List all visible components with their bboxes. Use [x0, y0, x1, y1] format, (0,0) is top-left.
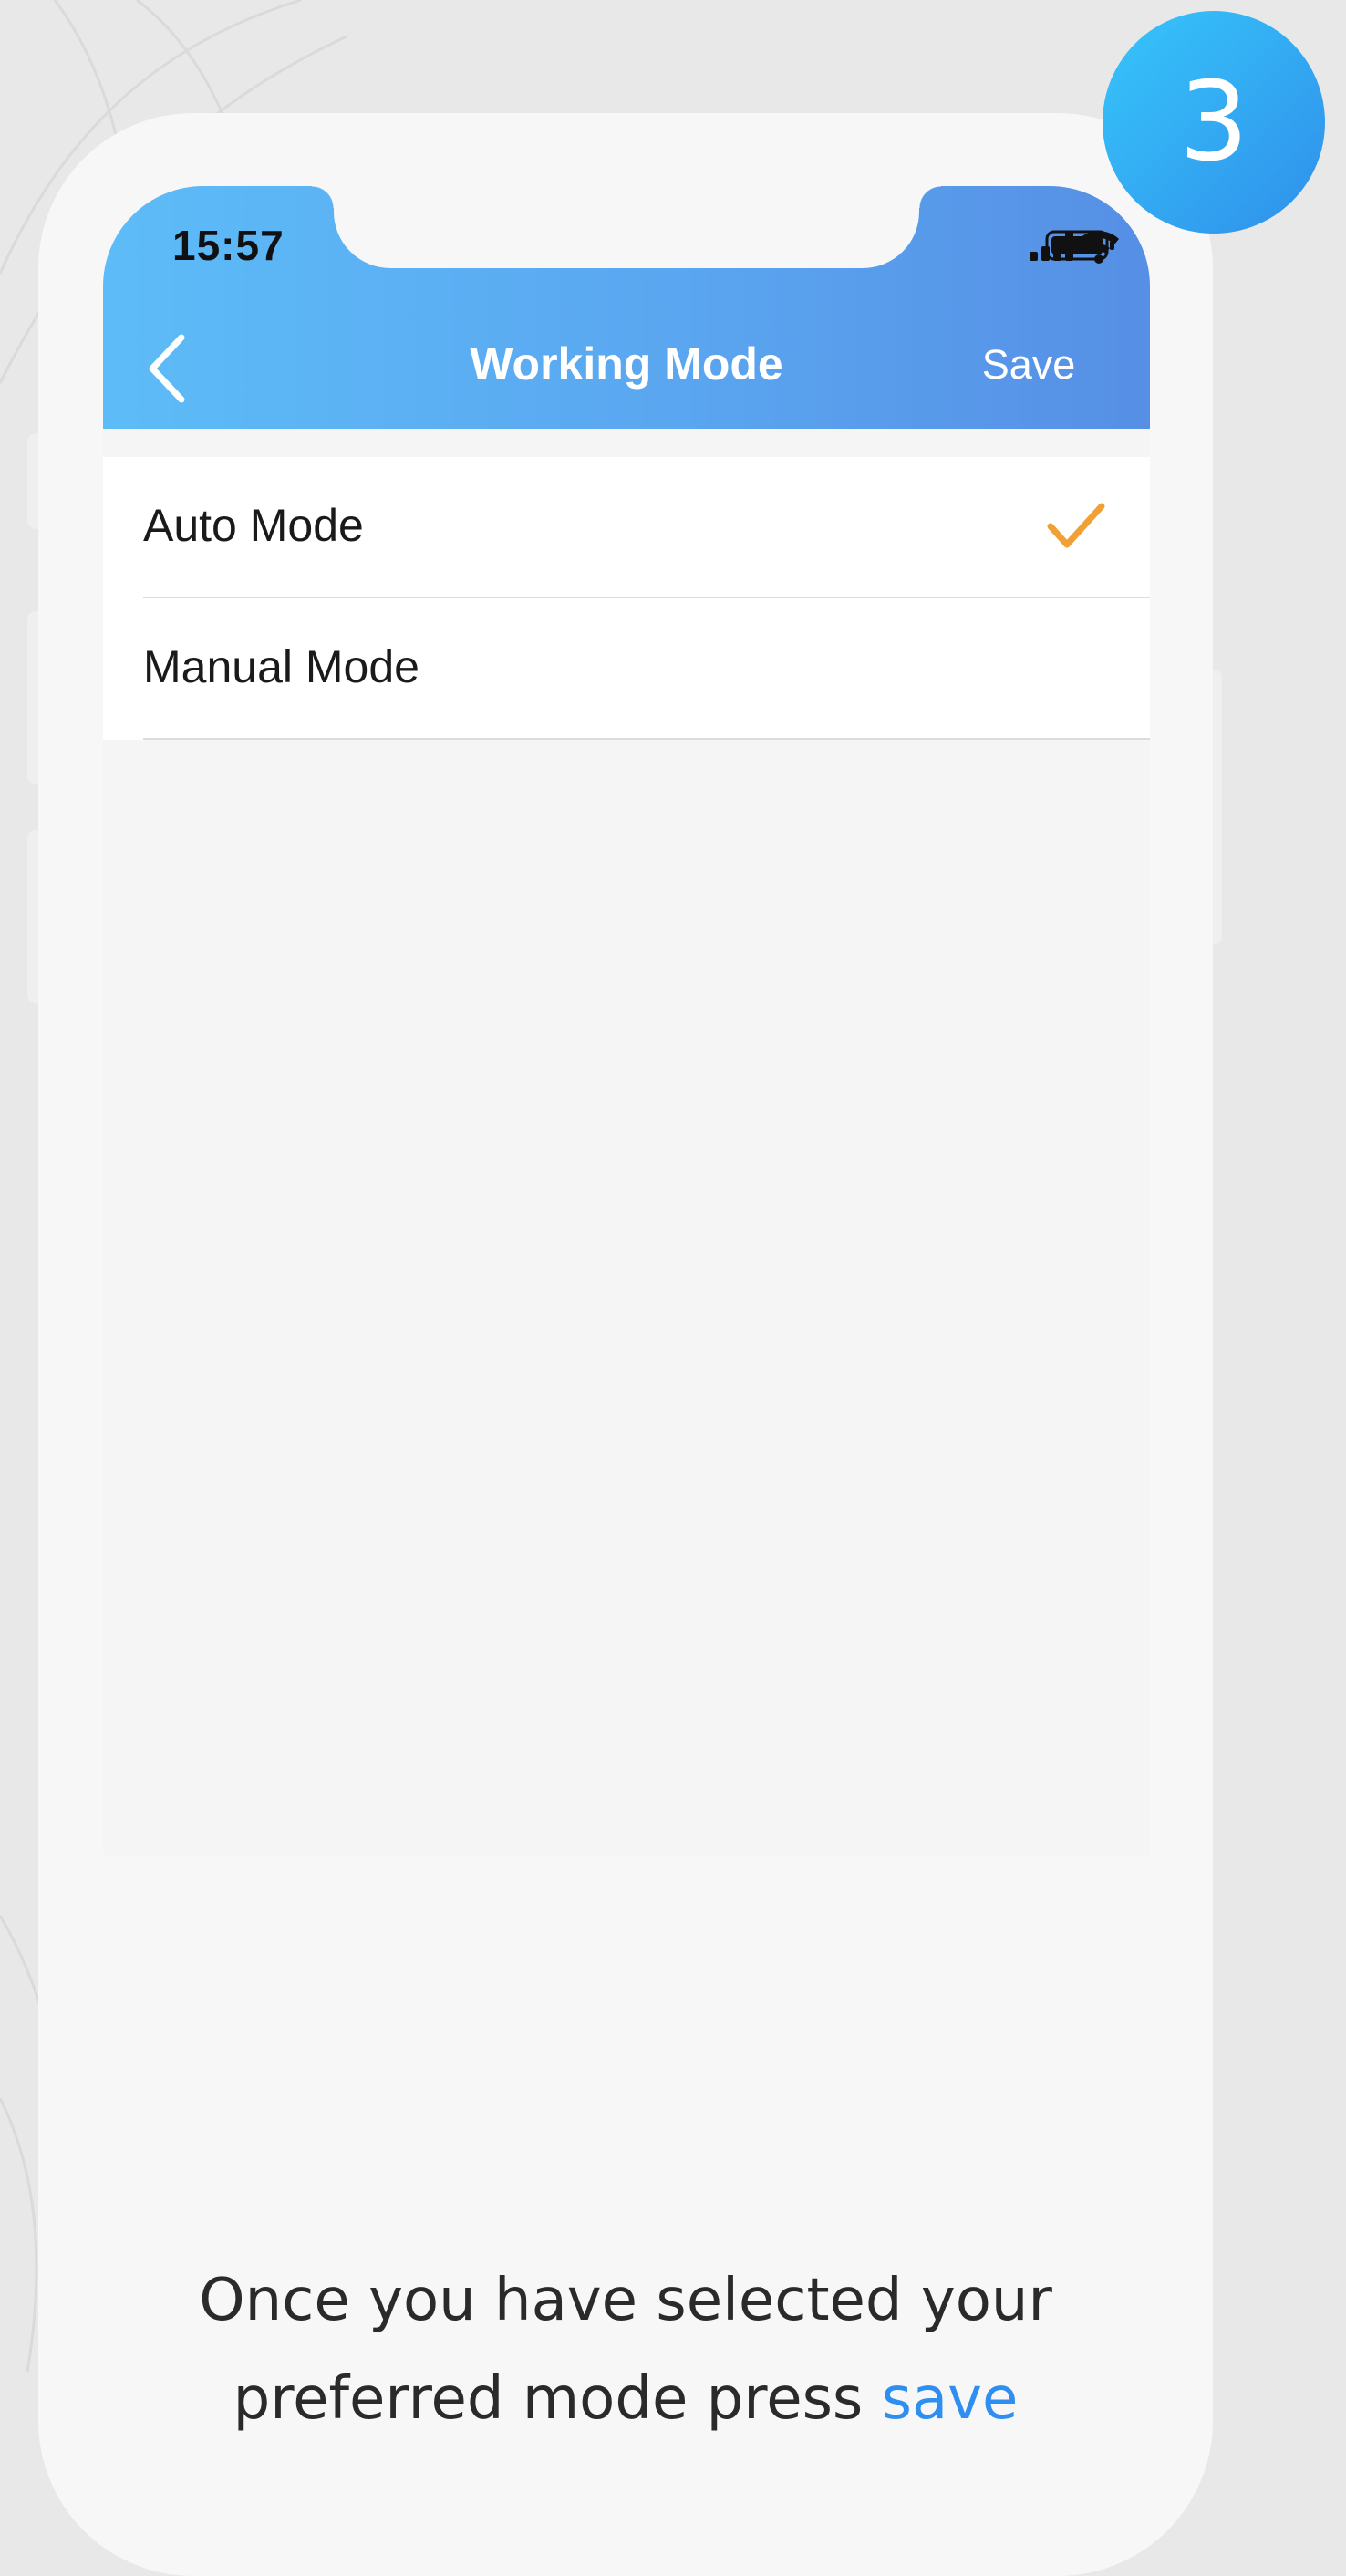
battery-icon [1045, 230, 1114, 261]
phone-screen: 15:57 Working Mode Save Auto Mode Manual… [103, 186, 1150, 1855]
status-time: 15:57 [172, 222, 285, 269]
mode-option-auto[interactable]: Auto Mode [103, 457, 1150, 598]
caption-line-2-text: preferred mode press [233, 2365, 882, 2433]
caption-line-2: preferred mode press save [38, 2350, 1213, 2448]
instruction-caption: Once you have selected your preferred mo… [38, 2251, 1213, 2448]
mode-option-label: Manual Mode [143, 641, 419, 692]
mode-option-label: Auto Mode [143, 500, 364, 551]
checkmark-icon [1047, 503, 1105, 548]
app-header: 15:57 Working Mode Save [103, 186, 1150, 429]
caption-save-highlight: save [881, 2365, 1019, 2433]
save-button[interactable]: Save [951, 341, 1106, 389]
mode-option-manual[interactable]: Manual Mode [103, 598, 1150, 740]
phone-notch [334, 186, 919, 268]
step-number-badge: 3 [1103, 11, 1325, 234]
caption-line-1: Once you have selected your [199, 2267, 1052, 2334]
notch-corner-left [312, 186, 334, 208]
mode-list: Auto Mode Manual Mode [103, 457, 1150, 740]
notch-corner-right [919, 186, 941, 208]
row-divider [143, 738, 1150, 740]
